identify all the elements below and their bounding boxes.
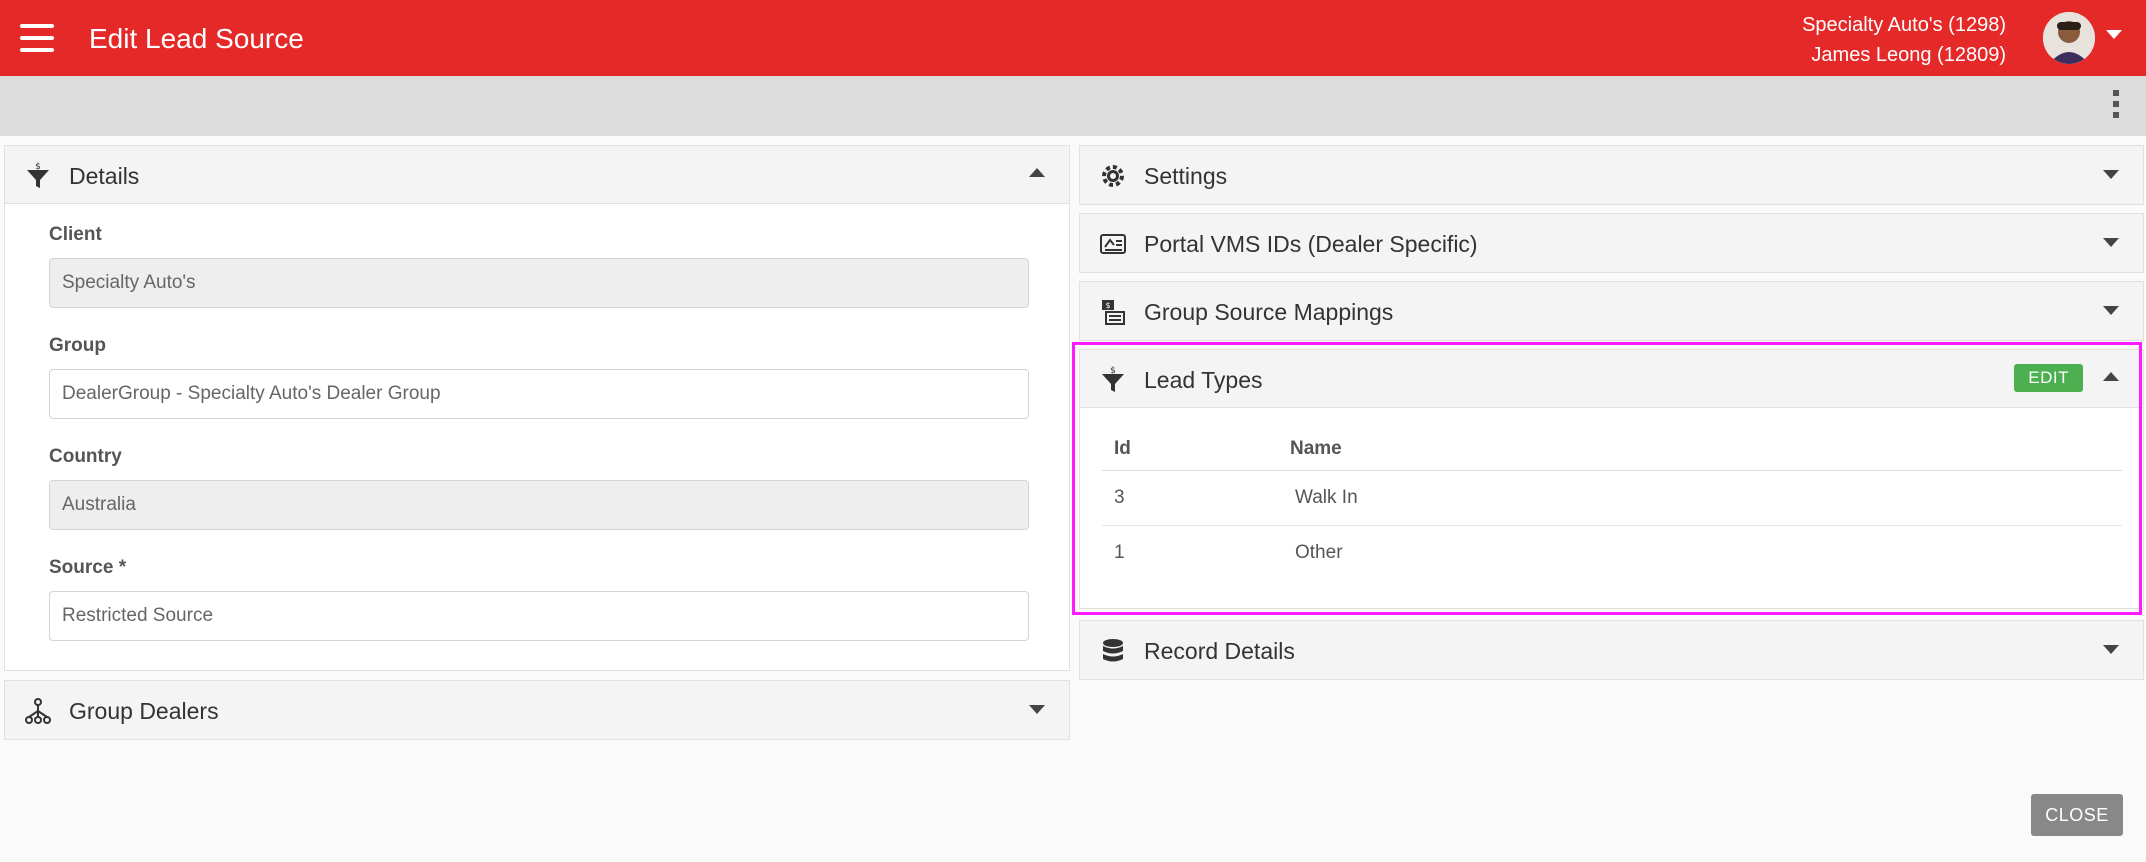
- cell-name: Other: [1295, 541, 1343, 563]
- cell-id: 1: [1114, 541, 1125, 563]
- toolbar: [0, 76, 2146, 136]
- avatar[interactable]: [2043, 12, 2095, 64]
- account-name: Specialty Auto's (1298): [1802, 14, 2006, 36]
- user-name: James Leong (12809): [1811, 44, 2006, 66]
- settings-panel: Settings: [1079, 145, 2144, 205]
- database-icon: [1098, 636, 1128, 666]
- user-menu-chevron-down-icon[interactable]: [2106, 30, 2122, 39]
- more-vert-icon[interactable]: [2112, 90, 2120, 122]
- group-label: Group: [49, 335, 106, 356]
- source-field[interactable]: [49, 591, 1029, 641]
- column-header-name: Name: [1278, 428, 2122, 471]
- details-title: Details: [69, 163, 140, 189]
- details-panel: $ Details Client Group Country Source *: [4, 145, 1070, 671]
- gear-icon: [1098, 161, 1128, 191]
- country-field[interactable]: [49, 480, 1029, 530]
- lead-types-table: Id Name 3 Walk In 1 Other: [1102, 428, 2122, 580]
- mapping-icon: $: [1098, 297, 1128, 327]
- svg-text:$: $: [35, 162, 41, 172]
- sitemap-icon: [23, 696, 53, 726]
- table-row[interactable]: 1 Other: [1102, 525, 2122, 580]
- chevron-up-icon[interactable]: [1029, 168, 1045, 177]
- group-dealers-panel-header[interactable]: Group Dealers: [5, 681, 1069, 739]
- funnel-dollar-icon: $: [23, 161, 53, 191]
- hamburger-menu-icon[interactable]: [20, 24, 54, 52]
- table-header-row: Id Name: [1102, 428, 2122, 471]
- id-card-icon: [1098, 229, 1128, 259]
- chevron-down-icon[interactable]: [1029, 705, 1045, 714]
- page-title: Edit Lead Source: [89, 23, 304, 54]
- funnel-dollar-icon: $: [1098, 365, 1128, 395]
- app-header: Edit Lead Source Specialty Auto's (1298)…: [0, 0, 2146, 76]
- edit-button[interactable]: EDIT: [2014, 364, 2083, 392]
- group-source-mappings-panel-header[interactable]: $ Group Source Mappings: [1080, 282, 2143, 340]
- settings-title: Settings: [1144, 163, 1228, 189]
- client-label: Client: [49, 224, 102, 245]
- portal-vms-title: Portal VMS IDs (Dealer Specific): [1144, 231, 1478, 257]
- lead-types-title: Lead Types: [1144, 367, 1263, 393]
- close-button[interactable]: CLOSE: [2031, 794, 2123, 836]
- group-source-mappings-title: Group Source Mappings: [1144, 299, 1394, 325]
- cell-name: Walk In: [1278, 470, 2122, 526]
- user-info: Specialty Auto's (1298) James Leong (128…: [1802, 10, 2006, 70]
- details-panel-header[interactable]: $ Details: [5, 146, 1069, 204]
- column-header-id: Id: [1102, 428, 1278, 471]
- client-field[interactable]: [49, 258, 1029, 308]
- group-field[interactable]: [49, 369, 1029, 419]
- chevron-up-icon[interactable]: [2103, 372, 2119, 381]
- group-dealers-panel: Group Dealers: [4, 680, 1070, 740]
- svg-text:$: $: [1105, 301, 1110, 310]
- portal-vms-panel-header[interactable]: Portal VMS IDs (Dealer Specific): [1080, 214, 2143, 272]
- table-row[interactable]: 3 Walk In: [1102, 470, 2122, 526]
- portal-vms-panel: Portal VMS IDs (Dealer Specific): [1079, 213, 2144, 273]
- record-details-panel-header[interactable]: Record Details: [1080, 621, 2143, 679]
- record-details-title: Record Details: [1144, 638, 1295, 664]
- chevron-down-icon[interactable]: [2103, 645, 2119, 654]
- chevron-down-icon[interactable]: [2103, 306, 2119, 315]
- country-label: Country: [49, 446, 122, 467]
- chevron-down-icon[interactable]: [2103, 170, 2119, 179]
- record-details-panel: Record Details: [1079, 620, 2144, 680]
- group-dealers-title: Group Dealers: [69, 698, 219, 724]
- svg-text:$: $: [1110, 366, 1116, 376]
- group-source-mappings-panel: $ Group Source Mappings: [1079, 281, 2144, 341]
- source-label: Source *: [49, 557, 127, 578]
- cell-id: 3: [1102, 470, 1278, 526]
- chevron-down-icon[interactable]: [2103, 238, 2119, 247]
- lead-types-panel: $ Lead Types EDIT Id Name 3 Walk In 1 Ot…: [1079, 349, 2144, 609]
- settings-panel-header[interactable]: Settings: [1080, 146, 2143, 204]
- lead-types-panel-header[interactable]: $ Lead Types EDIT: [1080, 350, 2143, 408]
